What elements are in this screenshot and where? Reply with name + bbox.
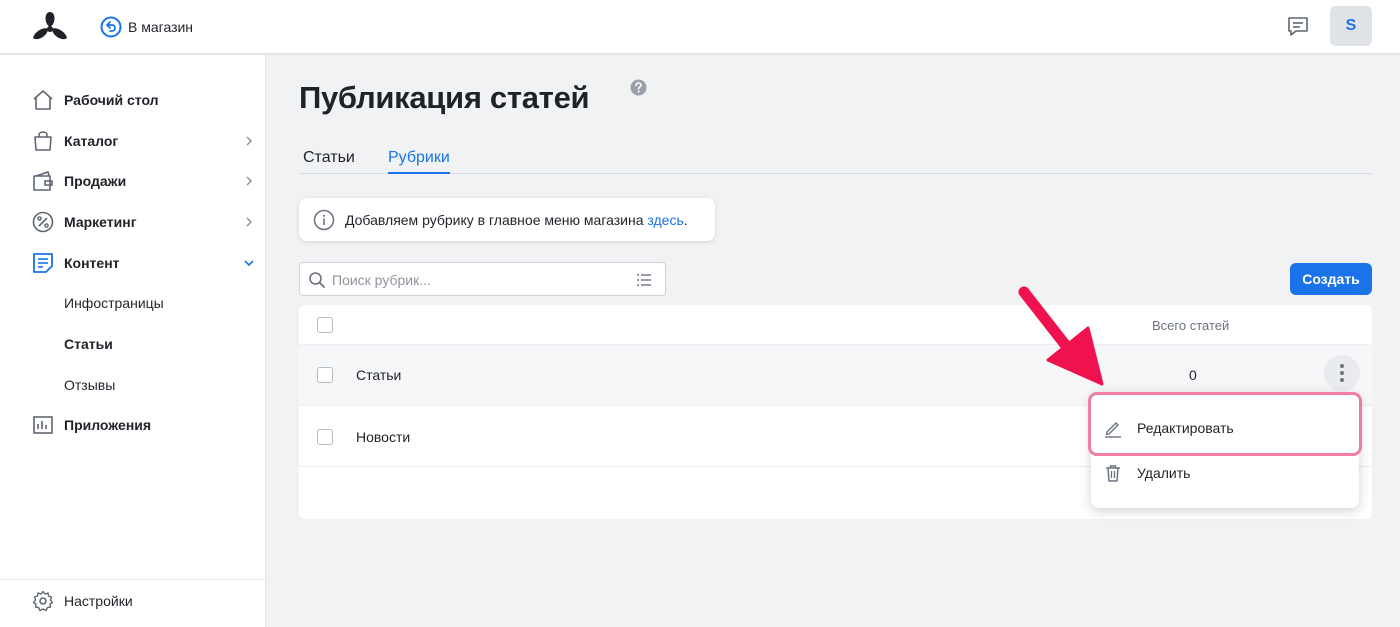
search-box [299,262,666,296]
tab-rubrics[interactable]: Рубрики [388,149,450,174]
home-icon [33,90,53,110]
filter-list-icon[interactable] [636,272,652,288]
sidebar-item-label: Настройки [64,593,133,609]
sidebar-item-label: Рабочий стол [64,92,159,108]
sidebar-item-apps[interactable]: Приложения [0,407,266,443]
pencil-icon [1105,422,1121,438]
search-icon [309,272,325,288]
help-icon[interactable] [630,79,647,96]
tabs: Статьи Рубрики [299,149,1372,174]
chat-icon[interactable] [1284,12,1312,40]
trash-icon [1106,465,1120,482]
apps-icon [33,416,53,434]
chevron-right-icon [246,217,253,227]
annotation-arrow-icon [1018,286,1104,386]
tab-articles[interactable]: Статьи [303,149,355,174]
info-link[interactable]: здесь [647,212,683,228]
create-button[interactable]: Создать [1290,263,1372,295]
more-actions-icon[interactable] [1324,355,1360,391]
info-message: Добавляем рубрику в главное меню магазин… [345,212,648,228]
chevron-right-icon [246,136,253,146]
sidebar-item-label: Каталог [64,133,119,149]
sidebar-item-sales[interactable]: Продажи [0,163,266,199]
sidebar-item-marketing[interactable]: Маркетинг [0,204,266,240]
menu-item-edit[interactable]: Редактировать [1091,406,1359,450]
article-count: 0 [1189,367,1197,383]
gear-icon [32,590,54,612]
info-banner: Добавляем рубрику в главное меню магазин… [299,198,715,241]
search-input[interactable] [332,269,622,291]
logo-icon[interactable] [30,8,70,44]
sidebar-item-label: Маркетинг [64,214,137,230]
back-arrow-icon [100,16,122,38]
sidebar: Рабочий стол Каталог Продажи Маркетинг К… [0,55,266,627]
chevron-right-icon [246,176,253,186]
rubric-name[interactable]: Новости [356,429,410,445]
sidebar-item-dashboard[interactable]: Рабочий стол [0,82,266,118]
sidebar-item-label: Приложения [64,417,152,433]
menu-item-delete[interactable]: Удалить [1091,451,1359,495]
bag-icon [34,131,52,151]
info-text: Добавляем рубрику в главное меню магазин… [345,212,688,228]
info-suffix: . [683,212,688,228]
rubric-name[interactable]: Статьи [356,367,401,383]
wallet-icon [33,171,53,191]
sidebar-item-catalog[interactable]: Каталог [0,123,266,159]
chevron-down-icon [244,260,254,267]
back-to-store-link[interactable]: В магазин [100,15,193,39]
sidebar-divider [0,579,266,580]
row-checkbox[interactable] [317,429,333,445]
sidebar-subitem-reviews[interactable]: Отзывы [64,370,115,400]
top-bar: В магазин S [0,0,1400,54]
menu-item-label: Редактировать [1137,420,1234,436]
sidebar-item-content[interactable]: Контент [0,245,266,281]
info-icon [313,209,335,231]
document-icon [33,253,53,273]
avatar[interactable]: S [1330,6,1372,46]
select-all-checkbox[interactable] [317,317,333,333]
table-header: Всего статей [299,305,1372,345]
menu-item-label: Удалить [1137,465,1191,481]
back-to-store-label: В магазин [128,19,194,35]
row-checkbox[interactable] [317,367,333,383]
column-header-count: Всего статей [1152,318,1230,333]
sidebar-item-label: Контент [64,255,120,271]
sidebar-item-label: Продажи [64,173,127,189]
sidebar-subitem-articles[interactable]: Статьи [64,329,113,359]
percent-icon [32,211,54,233]
sidebar-subitem-infopages[interactable]: Инфостраницы [64,288,164,318]
page-title: Публикация статей [299,80,590,115]
sidebar-item-settings[interactable]: Настройки [0,583,266,619]
row-actions-menu: Редактировать Удалить [1091,392,1359,508]
